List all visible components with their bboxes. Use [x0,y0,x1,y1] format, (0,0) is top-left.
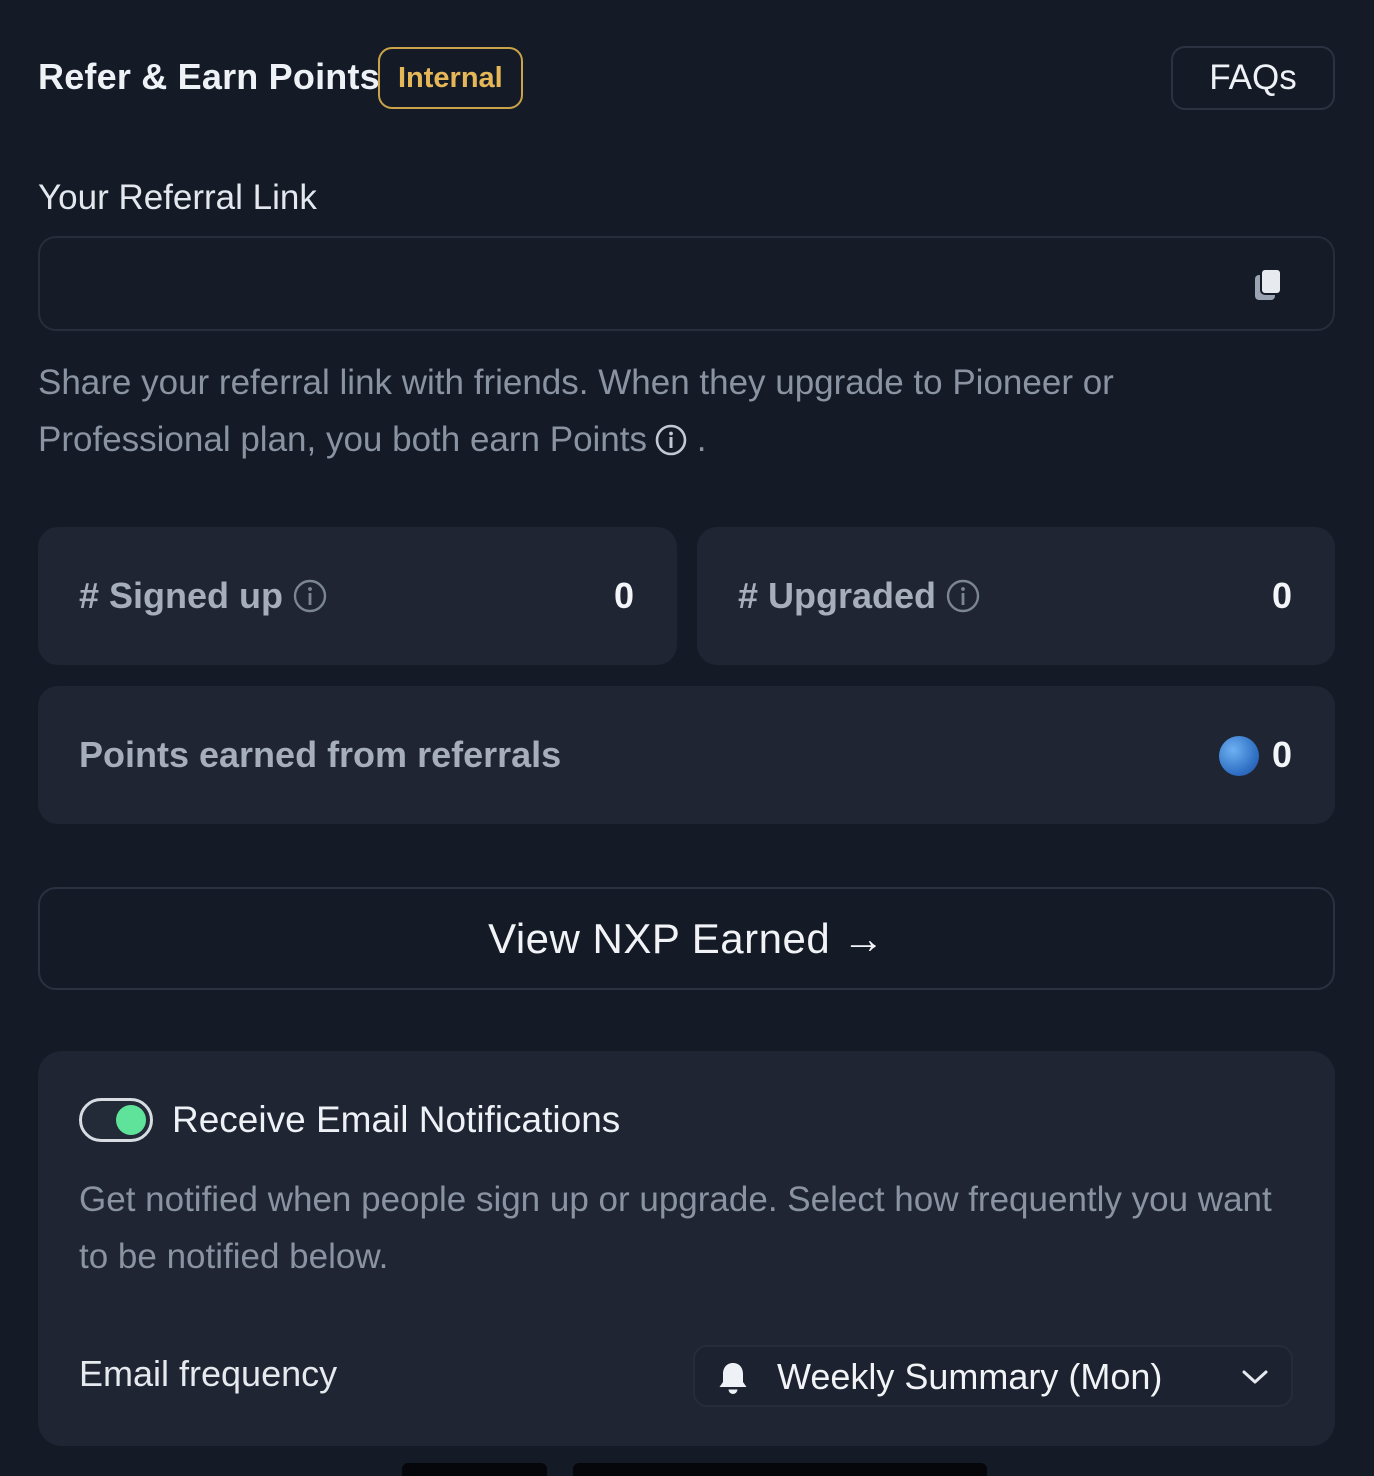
referral-description-end: . [696,420,707,459]
points-earned-value: 0 [1271,734,1292,775]
points-earned-card: Points earned from referrals 0 [38,686,1335,824]
email-frequency-select[interactable]: Weekly Summary (Mon) [693,1345,1293,1407]
bottom-bar-segment [402,1463,547,1476]
signed-up-card: # Signed up 0 [38,527,677,665]
email-notifications-toggle[interactable] [79,1098,153,1142]
view-nxp-earned-button[interactable]: View NXP Earned → [38,887,1335,990]
email-notifications-panel: Receive Email Notifications Get notified… [38,1051,1335,1446]
copy-icon[interactable] [1253,268,1283,302]
info-icon[interactable] [655,424,687,456]
signed-up-label: # Signed up [79,575,284,616]
chevron-down-icon [1242,1370,1268,1384]
info-icon[interactable] [293,579,327,613]
bottom-bar-segment [573,1463,987,1476]
page-title: Refer & Earn Points [38,56,380,97]
points-earned-label: Points earned from referrals [79,734,562,775]
upgraded-card: # Upgraded 0 [697,527,1335,665]
upgraded-label-row: # Upgraded [738,575,980,617]
referral-page: Refer & Earn Points Internal FAQs Your R… [0,0,1374,1476]
upgraded-value: 0 [1271,575,1292,616]
faqs-button[interactable]: FAQs [1171,46,1335,110]
points-coin-icon [1219,736,1259,776]
referral-description: Share your referral link with friends. W… [38,354,1298,468]
referral-link-field[interactable] [38,236,1335,331]
header: Refer & Earn Points Internal FAQs [38,46,1335,110]
bell-icon [719,1363,747,1394]
toggle-knob [116,1105,146,1135]
email-frequency-value: Weekly Summary (Mon) [777,1356,1163,1397]
signed-up-value: 0 [613,575,634,616]
referral-description-text: Share your referral link with friends. W… [38,363,1114,459]
upgraded-label: # Upgraded [738,575,937,616]
info-icon[interactable] [946,579,980,613]
internal-badge: Internal [378,47,523,109]
email-frequency-label: Email frequency [79,1353,338,1394]
signed-up-label-row: # Signed up [79,575,327,617]
email-notifications-description: Get notified when people sign up or upgr… [79,1180,1272,1276]
referral-link-label: Your Referral Link [38,178,317,217]
email-notifications-title: Receive Email Notifications [172,1099,621,1140]
